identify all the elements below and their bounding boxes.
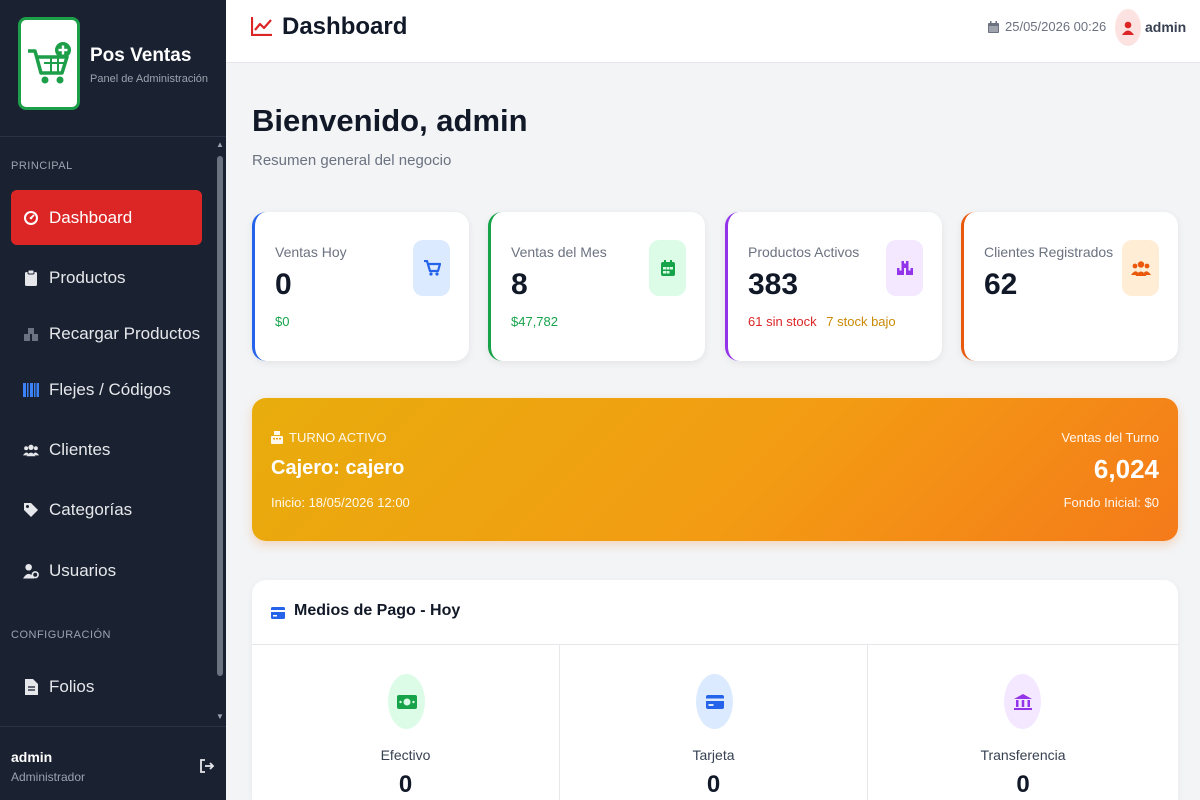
scroll-up-icon[interactable]: ▲ bbox=[215, 140, 225, 150]
payment-label: Tarjeta bbox=[692, 747, 735, 763]
card-label: Ventas del Mes bbox=[511, 244, 607, 260]
low-stock-count: 7 stock bajo bbox=[826, 314, 896, 329]
payments-header: Medios de Pago - Hoy bbox=[252, 580, 1178, 645]
payment-method-transferencia: Transferencia 0 bbox=[868, 645, 1178, 800]
card-value: 0 bbox=[275, 268, 292, 301]
sidebar-item-label: Flejes / Códigos bbox=[49, 379, 171, 399]
sidebar-item-dashboard[interactable]: Dashboard bbox=[11, 190, 202, 245]
card-label: Ventas Hoy bbox=[275, 244, 347, 260]
payment-method-efectivo: Efectivo 0 bbox=[252, 645, 560, 800]
payments-title: Medios de Pago - Hoy bbox=[294, 602, 461, 619]
shift-tag-text: TURNO ACTIVO bbox=[289, 430, 387, 445]
datetime-text: 25/05/2026 00:26 bbox=[1005, 19, 1107, 34]
top-header: Dashboard 25/05/2026 00:26 admin bbox=[226, 0, 1200, 63]
cart-icon bbox=[413, 240, 450, 296]
scroll-down-icon[interactable]: ▼ bbox=[215, 712, 225, 722]
sidebar-item-folios[interactable]: Folios bbox=[11, 659, 202, 714]
barcode-icon bbox=[23, 382, 39, 398]
payment-method-tarjeta: Tarjeta 0 bbox=[560, 645, 868, 800]
stat-card-clientes-registrados: Clientes Registrados 62 bbox=[961, 212, 1178, 361]
sidebar-user-role: Administrador bbox=[11, 770, 86, 784]
sidebar-item-label: Usuarios bbox=[49, 560, 117, 580]
page-title: Dashboard bbox=[282, 13, 408, 40]
payment-methods-panel: Medios de Pago - Hoy Efectivo 0 Tarjeta … bbox=[252, 580, 1178, 800]
shopping-cart-plus-icon bbox=[18, 17, 80, 110]
sidebar-item-productos[interactable]: Productos bbox=[11, 250, 202, 305]
boxes-icon bbox=[23, 326, 39, 342]
scroll-thumb[interactable] bbox=[217, 156, 223, 676]
avatar[interactable] bbox=[1115, 9, 1141, 46]
sidebar-item-flejes-codigos[interactable]: Flejes / Códigos bbox=[11, 362, 202, 417]
payment-value: 0 bbox=[706, 771, 721, 798]
sidebar-item-clientes[interactable]: Clientes bbox=[11, 422, 202, 477]
bank-icon bbox=[1004, 674, 1041, 729]
sidebar-item-label: Categorías bbox=[49, 499, 133, 519]
credit-card-icon bbox=[696, 674, 733, 729]
users-icon bbox=[23, 442, 39, 458]
sidebar-item-label: Dashboard bbox=[49, 207, 133, 227]
active-shift-banner: TURNO ACTIVO Cajero: cajero Inicio: 18/0… bbox=[252, 398, 1178, 541]
card-sub: 61 sin stock 7 stock bajo bbox=[748, 314, 896, 329]
card-label: Clientes Registrados bbox=[984, 244, 1114, 260]
card-value: 62 bbox=[984, 268, 1018, 301]
sidebar-item-usuarios[interactable]: Usuarios bbox=[11, 543, 202, 598]
sidebar-scrollbar[interactable]: ▲ ▼ bbox=[215, 140, 225, 722]
chart-line-icon bbox=[250, 16, 273, 37]
out-of-stock-count: 61 sin stock bbox=[748, 314, 817, 329]
cash-icon bbox=[388, 674, 425, 729]
brand-title: Pos Ventas bbox=[90, 45, 192, 66]
header-datetime: 25/05/2026 00:26 bbox=[988, 19, 1106, 34]
cash-register-icon bbox=[271, 431, 283, 444]
sidebar-item-label: Productos bbox=[49, 267, 126, 287]
file-icon bbox=[23, 678, 39, 695]
sidebar-item-label: Clientes bbox=[49, 439, 111, 459]
users-icon bbox=[1122, 240, 1159, 296]
payment-label: Transferencia bbox=[980, 747, 1066, 763]
brand: Pos Ventas Panel de Administración bbox=[0, 0, 226, 137]
card-value: 383 bbox=[748, 268, 799, 301]
welcome-heading: Bienvenido, admin bbox=[252, 103, 528, 138]
sidebar-item-categorias[interactable]: Categorías bbox=[11, 482, 202, 537]
section-principal-label: PRINCIPAL bbox=[11, 160, 73, 172]
payment-value: 0 bbox=[1016, 771, 1030, 798]
stat-card-ventas-hoy: Ventas Hoy 0 $0 bbox=[252, 212, 469, 361]
payment-label: Efectivo bbox=[380, 747, 431, 763]
calendar-icon bbox=[988, 20, 999, 33]
stat-card-ventas-mes: Ventas del Mes 8 $47,782 bbox=[488, 212, 705, 361]
header-username[interactable]: admin bbox=[1145, 19, 1186, 35]
shift-sales-label: Ventas del Turno bbox=[1061, 430, 1159, 445]
brand-subtitle: Panel de Administración bbox=[90, 73, 209, 85]
card-sub: $47,782 bbox=[511, 314, 558, 329]
sidebar: Pos Ventas Panel de Administración PRINC… bbox=[0, 0, 226, 800]
section-config-label: CONFIGURACIÓN bbox=[11, 629, 111, 641]
user-gear-icon bbox=[23, 563, 39, 579]
welcome-subtitle: Resumen general del negocio bbox=[252, 152, 452, 169]
sidebar-item-label: Recargar Productos bbox=[49, 323, 201, 343]
shift-initial-fund: Fondo Inicial: $0 bbox=[1063, 495, 1159, 510]
logout-icon[interactable] bbox=[199, 758, 215, 774]
card-value: 8 bbox=[511, 268, 528, 301]
shift-tag: TURNO ACTIVO bbox=[271, 430, 387, 445]
stat-card-productos-activos: Productos Activos 383 61 sin stock 7 sto… bbox=[725, 212, 942, 361]
dashboard-gauge-icon bbox=[23, 210, 39, 226]
shift-cashier: Cajero: cajero bbox=[271, 457, 405, 479]
credit-card-icon bbox=[271, 606, 285, 619]
calendar-icon bbox=[649, 240, 686, 296]
boxes-icon bbox=[886, 240, 923, 296]
sidebar-item-recargar-productos[interactable]: Recargar Productos bbox=[11, 306, 202, 361]
card-label: Productos Activos bbox=[748, 244, 860, 260]
payment-value: 0 bbox=[398, 771, 413, 798]
sidebar-user-name: admin bbox=[11, 749, 53, 765]
tags-icon bbox=[23, 502, 39, 518]
clipboard-icon bbox=[23, 269, 39, 286]
shift-start: Inicio: 18/05/2026 12:00 bbox=[271, 495, 410, 510]
sidebar-item-label: Folios bbox=[49, 676, 95, 696]
sidebar-user-box: admin Administrador bbox=[0, 726, 226, 800]
card-sub: $0 bbox=[275, 314, 290, 329]
shift-sales-value: 6,024 bbox=[1093, 454, 1159, 484]
